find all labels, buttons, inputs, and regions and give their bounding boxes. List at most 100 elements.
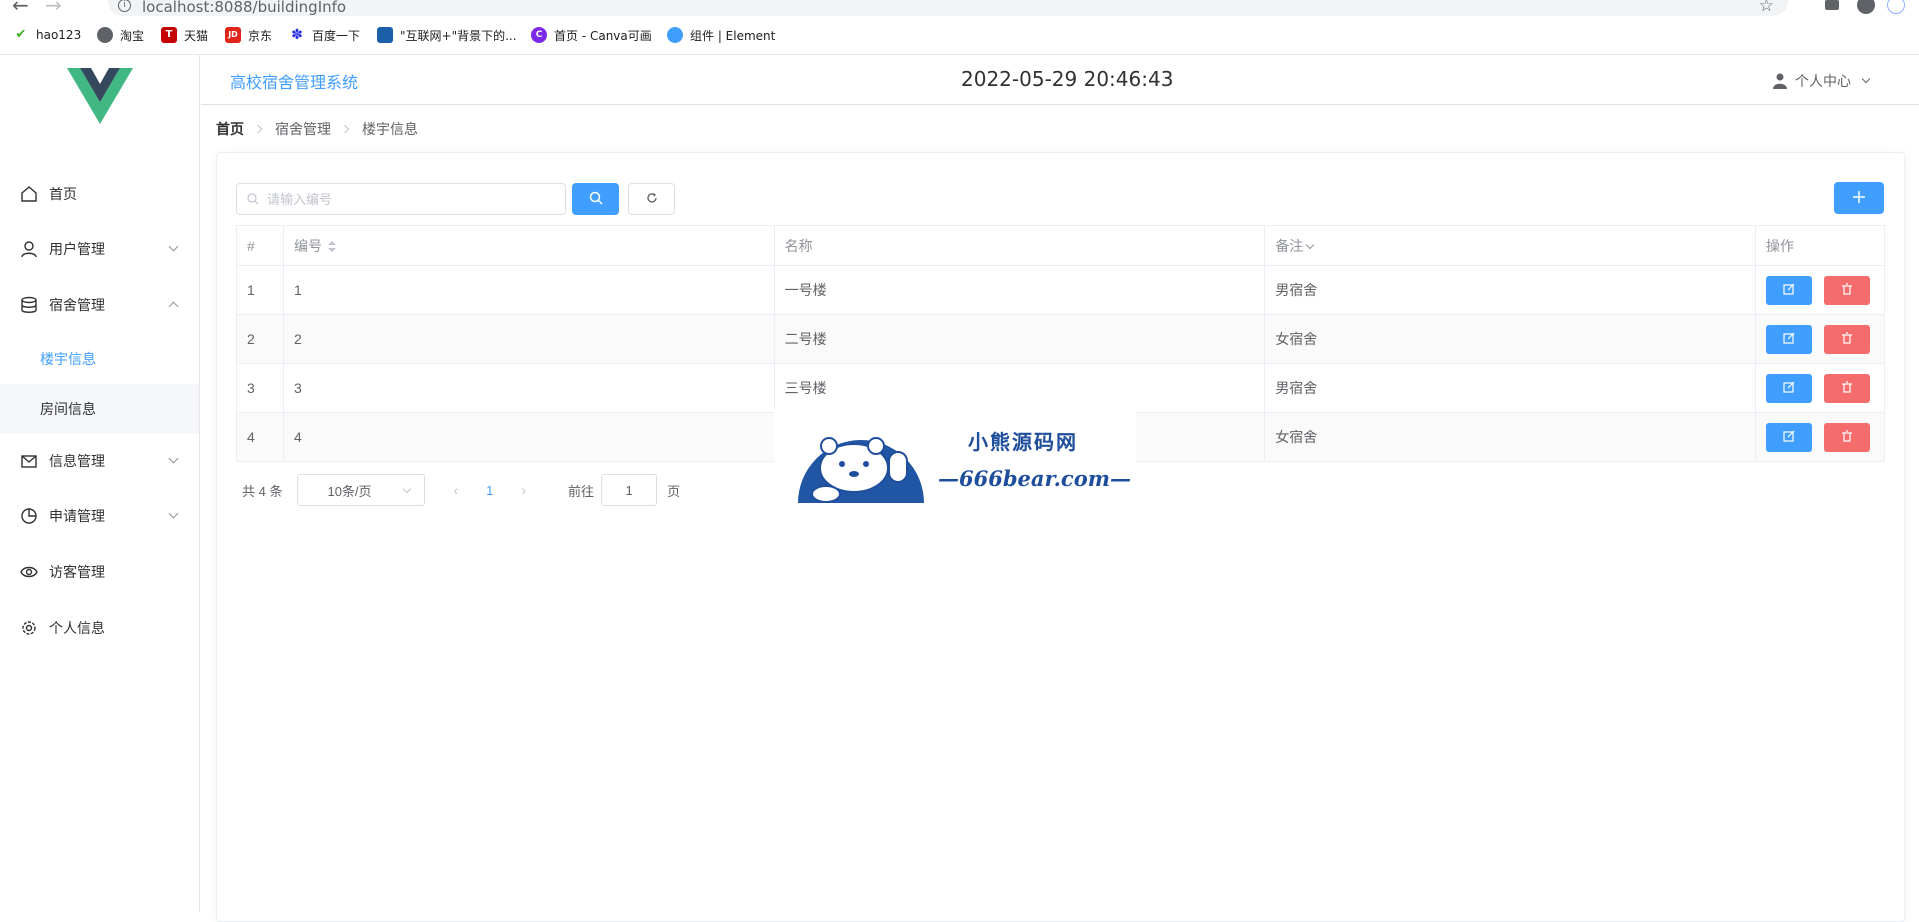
chevron-down-icon [168, 453, 179, 464]
star-icon[interactable]: ☆ [1759, 0, 1774, 16]
goto-page-input[interactable] [601, 474, 658, 506]
app-title: 高校宿舍管理系统 [230, 73, 359, 92]
prev-page-icon[interactable]: ‹ [453, 482, 458, 498]
chevron-down-icon [168, 241, 179, 252]
chevron-right-icon [340, 124, 350, 134]
address-bar[interactable]: i localhost:8088/buildingInfo ☆ [108, 0, 1788, 16]
sidebar-item-dorm-management[interactable]: 宿舍管理 [0, 277, 199, 333]
trash-icon [1841, 380, 1852, 393]
delete-button[interactable] [1823, 324, 1870, 354]
sidebar-item-personal-info[interactable]: 个人信息 [0, 600, 199, 656]
cell-index: 4 [236, 412, 284, 462]
bookmark-label: 首页 - Canva可画 [554, 28, 652, 43]
breadcrumb-home[interactable]: 首页 [216, 119, 244, 139]
edit-icon [1783, 283, 1795, 295]
chevron-up-icon [168, 301, 179, 312]
search-input[interactable] [236, 183, 566, 215]
element-icon [667, 27, 683, 43]
cell-remark: 女宿舍 [1264, 314, 1756, 364]
jd-icon: JD [225, 27, 241, 43]
add-button[interactable] [1834, 182, 1884, 214]
filter-icon[interactable] [1306, 240, 1315, 250]
sidebar-item-user-management[interactable]: 用户管理 [0, 221, 199, 277]
bookmarks-bar: ✔ hao123 淘宝 T 天猫 JD 京东 ✽ 百度一下 "互联网+"背景下的… [0, 24, 1919, 48]
sidebar-item-visitor-management[interactable]: 访客管理 [0, 544, 199, 600]
document-icon [377, 27, 393, 43]
watermark-url: —666bear.com— [938, 466, 1131, 491]
profile-icon[interactable] [1857, 0, 1875, 14]
clock-display: 2022-05-29 20:46:43 [961, 67, 1174, 91]
delete-button[interactable] [1823, 422, 1870, 452]
sidebar-item-info-management[interactable]: 信息管理 [0, 433, 199, 489]
column-header-code[interactable]: 编号 [282, 225, 775, 266]
search-button[interactable] [572, 183, 619, 215]
column-header-label: 编号 [293, 237, 322, 254]
sort-icon[interactable] [327, 240, 336, 253]
key-icon[interactable] [1825, 0, 1839, 10]
cell-ops [1754, 363, 1886, 413]
cell-remark: 男宿舍 [1264, 265, 1756, 315]
vue-logo [67, 68, 133, 124]
sidebar-subitem-building-info[interactable]: 楼宇信息 [0, 334, 199, 384]
delete-button[interactable] [1823, 373, 1870, 403]
edit-button[interactable] [1765, 275, 1812, 305]
forward-icon[interactable]: → [45, 0, 62, 17]
database-icon [21, 296, 37, 313]
page-size-select[interactable]: 10条/页 [297, 474, 426, 506]
user-center-label: 个人中心 [1795, 74, 1851, 90]
url-text: localhost:8088/buildingInfo [142, 0, 347, 16]
user-icon [1773, 73, 1787, 89]
edit-button[interactable] [1765, 324, 1812, 354]
delete-button[interactable] [1823, 275, 1870, 305]
column-header-index: # [236, 225, 284, 266]
column-header-label: 备注 [1275, 237, 1304, 254]
column-header-ops: 操作 [1754, 225, 1886, 266]
bookmark-label: 天猫 [184, 28, 209, 43]
table-row: 2 2 二号楼 女宿舍 [236, 314, 1886, 364]
sidebar-item-label: 个人信息 [49, 621, 105, 637]
page-number-current[interactable]: 1 [486, 483, 493, 498]
bear-mascot-icon [798, 437, 924, 503]
canva-icon: C [531, 27, 547, 43]
sidebar-item-application-management[interactable]: 申请管理 [0, 488, 199, 544]
info-icon[interactable]: i [118, 0, 131, 12]
watermark: 小熊源码网 —666bear.com— [774, 410, 1136, 505]
back-icon[interactable]: ← [12, 0, 29, 17]
column-header-remark[interactable]: 备注 [1264, 225, 1756, 266]
bookmark-element[interactable]: 组件 | Element [667, 24, 775, 46]
content-card: # 编号 名称 备注 操作 1 1 一号楼 男宿舍 2 2 二号楼 女宿舍 [216, 152, 1905, 922]
cell-ops [1754, 265, 1886, 315]
edit-button[interactable] [1765, 373, 1812, 403]
hao123-icon: ✔ [15, 27, 27, 42]
bookmark-tmall[interactable]: T 天猫 [161, 24, 208, 46]
chevron-down-icon [403, 484, 412, 494]
bookmark-baidu[interactable]: ✽ 百度一下 [289, 24, 360, 46]
user-center-dropdown[interactable]: 个人中心 [1773, 71, 1871, 91]
refresh-icon [646, 192, 657, 203]
sidebar-item-label: 宿舍管理 [49, 298, 105, 314]
home-icon [21, 186, 37, 202]
bookmark-canva[interactable]: C 首页 - Canva可画 [531, 24, 652, 46]
edit-button[interactable] [1765, 422, 1812, 452]
bookmark-jd[interactable]: JD 京东 [225, 24, 272, 46]
reset-button[interactable] [628, 183, 675, 215]
table-row: 1 1 一号楼 男宿舍 [236, 265, 1886, 315]
cell-ops [1754, 314, 1886, 364]
next-page-icon[interactable]: › [521, 482, 526, 498]
bookmark-taobao[interactable]: 淘宝 [97, 24, 144, 46]
edit-icon [1783, 381, 1795, 393]
sidebar-item-label: 首页 [49, 187, 77, 203]
trash-icon [1841, 282, 1852, 295]
cell-index: 2 [236, 314, 284, 364]
cell-name: 三号楼 [773, 363, 1266, 413]
search-icon [589, 191, 603, 205]
bookmark-internet-plus[interactable]: "互联网+"背景下的... [377, 24, 517, 46]
chevron-down-icon [168, 508, 179, 519]
menu-icon[interactable] [1887, 0, 1905, 14]
sidebar-item-home[interactable]: 首页 [0, 166, 199, 222]
bookmark-hao123[interactable]: ✔ hao123 [13, 24, 82, 46]
sidebar: 首页 用户管理 宿舍管理 楼宇信息 房间信息 信息管理 申请管理 访客管理 个人… [0, 55, 200, 912]
sidebar-subitem-room-info[interactable]: 房间信息 [0, 384, 199, 434]
edit-icon [1783, 430, 1795, 442]
sidebar-item-label: 信息管理 [49, 454, 105, 470]
